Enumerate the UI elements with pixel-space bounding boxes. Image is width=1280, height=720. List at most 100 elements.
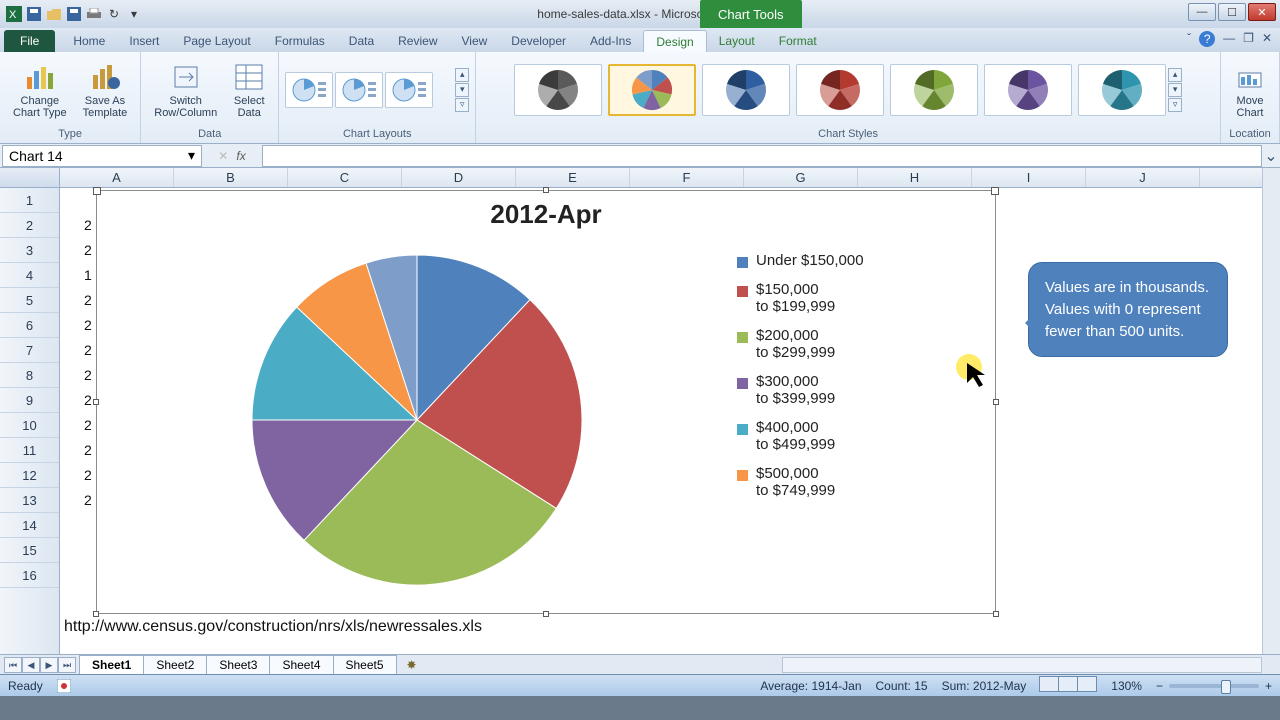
styles-scroll[interactable]: ▴▾▿ bbox=[1168, 68, 1182, 112]
tab-review[interactable]: Review bbox=[386, 30, 449, 52]
save-as-template-button[interactable]: Save As Template bbox=[76, 58, 135, 122]
tab-layout[interactable]: Layout bbox=[707, 30, 767, 52]
chart-style-option[interactable] bbox=[796, 64, 884, 116]
tab-design[interactable]: Design bbox=[643, 30, 706, 52]
sheet-tab[interactable]: Sheet2 bbox=[143, 655, 207, 674]
cell-fragment[interactable]: 2 bbox=[84, 217, 92, 233]
chart-layout-option[interactable] bbox=[385, 72, 433, 108]
cell-fragment[interactable]: 2 bbox=[84, 367, 92, 383]
cell-url[interactable]: http://www.census.gov/construction/nrs/x… bbox=[64, 618, 482, 636]
save-icon-2[interactable] bbox=[66, 6, 82, 22]
col-header[interactable]: E bbox=[516, 168, 630, 187]
chart-style-option[interactable] bbox=[890, 64, 978, 116]
row-header[interactable]: 5 bbox=[0, 288, 59, 313]
change-chart-type-button[interactable]: Change Chart Type bbox=[6, 58, 74, 122]
tab-page-layout[interactable]: Page Layout bbox=[171, 30, 262, 52]
tab-view[interactable]: View bbox=[450, 30, 500, 52]
formula-bar[interactable] bbox=[262, 145, 1262, 167]
row-header[interactable]: 10 bbox=[0, 413, 59, 438]
row-header[interactable]: 11 bbox=[0, 438, 59, 463]
row-header[interactable]: 9 bbox=[0, 388, 59, 413]
tab-add-ins[interactable]: Add-Ins bbox=[578, 30, 643, 52]
sheet-nav[interactable]: ⏮◀▶⏭ bbox=[0, 657, 80, 673]
callout-shape[interactable]: Values are in thousands. Values with 0 r… bbox=[1028, 262, 1228, 357]
col-header[interactable]: H bbox=[858, 168, 972, 187]
view-buttons[interactable] bbox=[1040, 676, 1097, 695]
fx-icon[interactable]: fx bbox=[236, 149, 245, 163]
col-header[interactable]: D bbox=[402, 168, 516, 187]
cancel-icon[interactable]: ✕ bbox=[218, 149, 228, 163]
pie-plot-area[interactable] bbox=[97, 234, 737, 606]
ribbon-minimize-icon[interactable]: ˇ bbox=[1187, 31, 1191, 47]
cell-fragment[interactable]: 2 bbox=[84, 442, 92, 458]
minimize-button[interactable]: — bbox=[1188, 3, 1216, 21]
legend-item[interactable]: $500,000to $749,999 bbox=[737, 465, 985, 499]
tab-format[interactable]: Format bbox=[767, 30, 829, 52]
sheet-tab[interactable]: Sheet5 bbox=[333, 655, 397, 674]
workbook-close-icon[interactable]: ✕ bbox=[1262, 31, 1272, 47]
legend-item[interactable]: Under $150,000 bbox=[737, 252, 985, 269]
chart-layout-option[interactable] bbox=[285, 72, 333, 108]
zoom-level[interactable]: 130% bbox=[1111, 679, 1142, 693]
tab-formulas[interactable]: Formulas bbox=[263, 30, 337, 52]
tab-home[interactable]: Home bbox=[61, 30, 117, 52]
chart-style-option[interactable] bbox=[702, 64, 790, 116]
file-tab[interactable]: File bbox=[4, 30, 55, 52]
chevron-down-icon[interactable]: ▾ bbox=[188, 147, 195, 164]
col-header[interactable]: J bbox=[1086, 168, 1200, 187]
row-header[interactable]: 7 bbox=[0, 338, 59, 363]
row-header[interactable]: 4 bbox=[0, 263, 59, 288]
cell-fragment[interactable]: 2 bbox=[84, 342, 92, 358]
row-header[interactable]: 2 bbox=[0, 213, 59, 238]
legend-item[interactable]: $400,000to $499,999 bbox=[737, 419, 985, 453]
legend-item[interactable]: $150,000to $199,999 bbox=[737, 281, 985, 315]
select-all[interactable] bbox=[0, 168, 60, 187]
zoom-in-icon[interactable]: + bbox=[1265, 679, 1272, 693]
switch-row-column-button[interactable]: Switch Row/Column bbox=[147, 58, 224, 122]
col-header[interactable]: B bbox=[174, 168, 288, 187]
cell-fragment[interactable]: 2 bbox=[84, 242, 92, 258]
zoom-out-icon[interactable]: − bbox=[1156, 679, 1163, 693]
row-header[interactable]: 6 bbox=[0, 313, 59, 338]
cell-fragment[interactable]: 2 bbox=[84, 492, 92, 508]
layouts-scroll[interactable]: ▴▾▿ bbox=[455, 68, 469, 112]
chart-layout-option[interactable] bbox=[335, 72, 383, 108]
cell-fragment[interactable]: 1 bbox=[84, 267, 92, 283]
chart-title[interactable]: 2012-Apr bbox=[97, 191, 995, 234]
row-header[interactable]: 12 bbox=[0, 463, 59, 488]
cell-fragment[interactable]: 2 bbox=[84, 292, 92, 308]
chart-style-option[interactable] bbox=[984, 64, 1072, 116]
save-icon[interactable] bbox=[26, 6, 42, 22]
cell-fragment[interactable]: 2 bbox=[84, 417, 92, 433]
horizontal-scrollbar[interactable] bbox=[782, 657, 1262, 673]
chart-object[interactable]: 2012-Apr Under $150,000 $150,000to $199,9… bbox=[96, 190, 996, 614]
formula-expand-icon[interactable]: ⌄ bbox=[1262, 146, 1280, 166]
select-data-button[interactable]: Select Data bbox=[226, 58, 272, 122]
cell-fragment[interactable]: 2 bbox=[84, 392, 92, 408]
tab-data[interactable]: Data bbox=[337, 30, 386, 52]
row-header[interactable]: 3 bbox=[0, 238, 59, 263]
workbook-restore-icon[interactable]: ❐ bbox=[1243, 31, 1254, 47]
open-icon[interactable] bbox=[46, 6, 62, 22]
chart-style-option[interactable] bbox=[608, 64, 696, 116]
row-header[interactable]: 15 bbox=[0, 538, 59, 563]
cell-fragment[interactable]: 2 bbox=[84, 317, 92, 333]
workbook-minimize-icon[interactable]: — bbox=[1223, 31, 1235, 47]
legend-item[interactable]: $300,000to $399,999 bbox=[737, 373, 985, 407]
row-header[interactable]: 16 bbox=[0, 563, 59, 588]
row-header[interactable]: 14 bbox=[0, 513, 59, 538]
cell-fragment[interactable]: 2 bbox=[84, 467, 92, 483]
tab-insert[interactable]: Insert bbox=[117, 30, 171, 52]
chart-style-option[interactable] bbox=[514, 64, 602, 116]
legend-item[interactable]: $200,000to $299,999 bbox=[737, 327, 985, 361]
qat-more-icon[interactable]: ▾ bbox=[126, 6, 142, 22]
row-header[interactable]: 8 bbox=[0, 363, 59, 388]
sheet-tab[interactable]: Sheet3 bbox=[206, 655, 270, 674]
col-header[interactable]: A bbox=[60, 168, 174, 187]
col-header[interactable]: I bbox=[972, 168, 1086, 187]
name-box[interactable]: Chart 14▾ bbox=[2, 145, 202, 167]
zoom-slider[interactable] bbox=[1169, 684, 1259, 688]
help-icon[interactable]: ? bbox=[1199, 31, 1215, 47]
chart-style-option[interactable] bbox=[1078, 64, 1166, 116]
vertical-scrollbar[interactable] bbox=[1262, 168, 1280, 654]
